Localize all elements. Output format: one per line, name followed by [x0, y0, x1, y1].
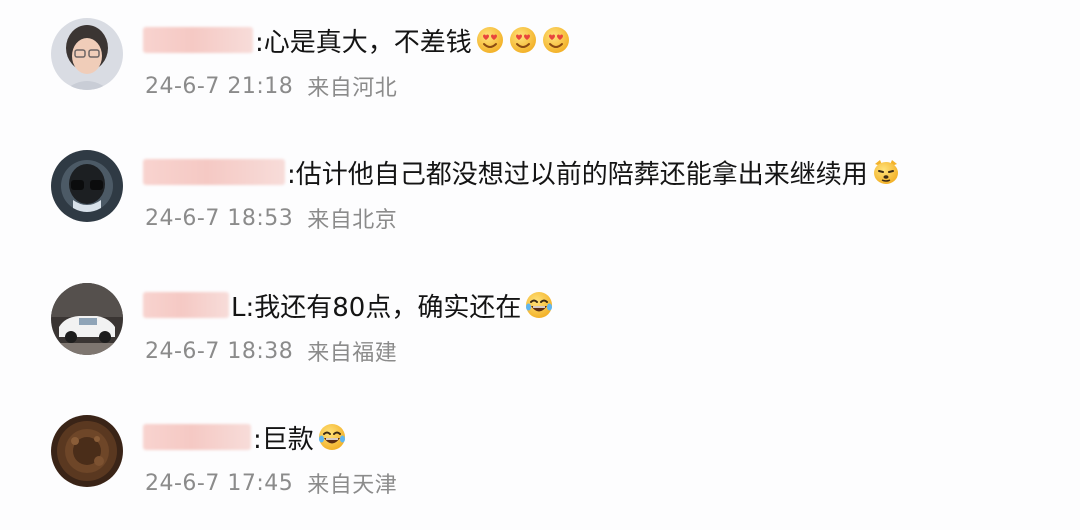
comment-line: :巨款: [143, 417, 347, 457]
laughing-tears-emoji-icon: [526, 292, 553, 318]
comment-line: :估计他自己都没想过以前的陪葬还能拿出来继续用: [143, 152, 901, 192]
comment-time: 24-6-7 18:53: [145, 205, 294, 231]
avatar[interactable]: [51, 18, 123, 90]
comment-text: :心是真大，不差钱: [255, 27, 472, 58]
comment-line: L:我还有80点，确实还在: [143, 285, 554, 325]
avatar[interactable]: [51, 283, 123, 355]
comment-time: 24-6-7 17:45: [145, 470, 294, 496]
comment-text: :估计他自己都没想过以前的陪葬还能拿出来继续用: [287, 159, 868, 190]
heart-eyes-emoji-icon: [476, 27, 503, 53]
dog-face-emoji-icon: [873, 160, 898, 184]
username-blurred[interactable]: [143, 424, 251, 450]
comment-location: 来自北京: [307, 208, 398, 233]
username-blurred[interactable]: [143, 159, 285, 185]
comment-item: :心是真大，不差钱 24-6-7 21:18 来自河北: [0, 0, 1080, 110]
avatar[interactable]: [51, 150, 123, 222]
comment-meta: 24-6-7 18:38 来自福建: [145, 334, 397, 368]
comment-time: 24-6-7 18:38: [145, 338, 294, 364]
heart-eyes-emoji-icon: [542, 27, 569, 53]
comment-meta: 24-6-7 21:18 来自河北: [145, 69, 397, 103]
comment-item: :估计他自己都没想过以前的陪葬还能拿出来继续用 24-6-7 18:53 来自北…: [0, 132, 1080, 242]
comment-time: 24-6-7 21:18: [145, 73, 294, 99]
avatar[interactable]: [51, 415, 123, 487]
comment-location: 来自福建: [307, 341, 398, 366]
comment-item: L:我还有80点，确实还在 24-6-7 18:38 来自福建: [0, 265, 1080, 375]
comment-line: :心是真大，不差钱: [143, 20, 571, 60]
comment-meta: 24-6-7 17:45 来自天津: [145, 466, 397, 500]
comment-meta: 24-6-7 18:53 来自北京: [145, 201, 397, 235]
comment-location: 来自河北: [307, 76, 398, 101]
username-blurred[interactable]: [143, 27, 253, 53]
heart-eyes-emoji-icon: [509, 27, 536, 53]
laughing-tears-emoji-icon: [318, 424, 345, 450]
comment-location: 来自天津: [307, 473, 398, 498]
comment-text: :巨款: [253, 424, 314, 455]
username-blurred[interactable]: [143, 292, 229, 318]
comment-text: L:我还有80点，确实还在: [231, 292, 522, 323]
comment-item: :巨款 24-6-7 17:45 来自天津: [0, 397, 1080, 507]
